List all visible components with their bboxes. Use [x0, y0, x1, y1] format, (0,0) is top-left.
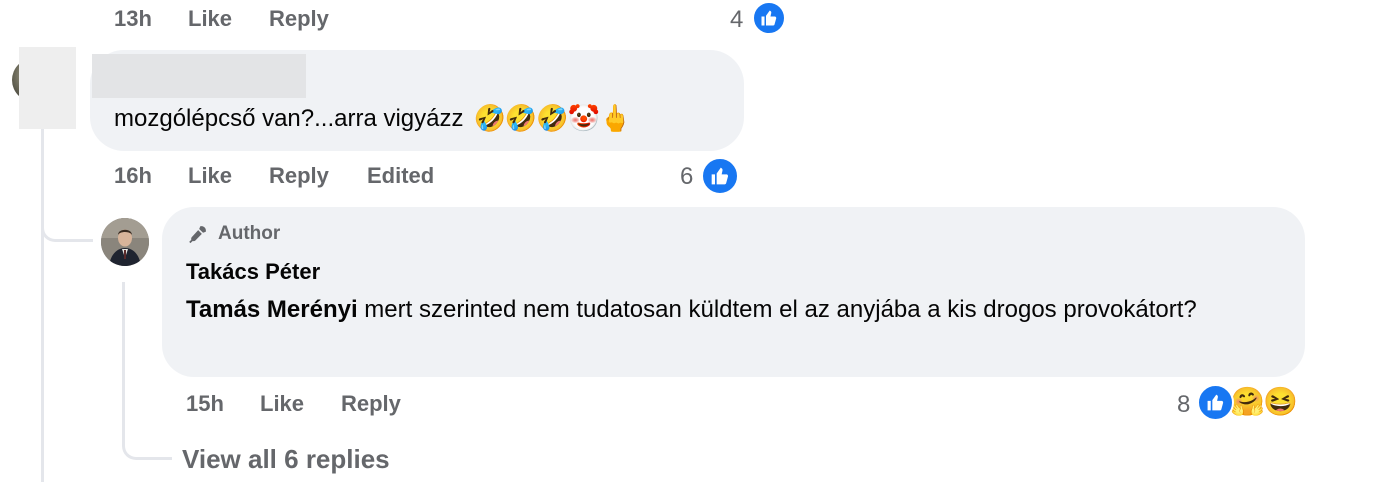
- microphone-icon: [189, 226, 206, 244]
- rolling-laughing-emoji: 🤣: [473, 103, 506, 133]
- author-avatar[interactable]: [101, 218, 149, 266]
- like-reaction-icon[interactable]: [752, 1, 786, 35]
- author-badge: Author: [186, 223, 280, 245]
- author-name[interactable]: Takács Péter: [186, 259, 320, 285]
- reaction-count[interactable]: 8: [1177, 391, 1190, 419]
- author-badge-label: Author: [218, 223, 281, 244]
- haha-icon[interactable]: 😆: [1263, 386, 1298, 418]
- avatar-redaction: [19, 47, 76, 129]
- view-all-replies-link[interactable]: View all 6 replies: [182, 444, 390, 475]
- rolling-laughing-emoji: 🤣: [504, 103, 537, 133]
- edited-label: Edited: [367, 163, 435, 188]
- comment-text: mozgólépcső van?...arra vigyázz 🤣🤣🤣🤡🖕: [114, 103, 631, 134]
- clown-emoji: 🤡: [567, 103, 600, 133]
- care-icon[interactable]: 🤗: [1230, 386, 1265, 418]
- reply-link[interactable]: Reply: [341, 391, 401, 417]
- profile-photo-icon: [101, 218, 149, 266]
- middle-finger-emoji: 🖕: [599, 103, 631, 133]
- thumbs-up-icon: [1207, 394, 1224, 411]
- reply-link[interactable]: Reply: [269, 6, 329, 32]
- comment-body: mozgólépcső van?...arra vigyázz: [114, 104, 464, 132]
- reply-body: mert szerinted nem tudatosan küldtem el …: [357, 296, 1197, 323]
- like-link[interactable]: Like: [188, 163, 232, 189]
- like-link[interactable]: Like: [260, 391, 304, 417]
- comment-timestamp: 16h: [114, 163, 152, 188]
- like-link[interactable]: Like: [188, 6, 232, 32]
- reply-link[interactable]: Reply: [269, 163, 329, 189]
- rolling-laughing-emoji: 🤣: [536, 103, 568, 133]
- reply-bubble: Author Takács Péter Tamás Merényi mert s…: [162, 207, 1305, 377]
- thumbs-up-icon: [761, 10, 777, 26]
- reply-text: Tamás Merényi mert szerinted nem tudatos…: [186, 292, 1276, 328]
- like-reaction-icon[interactable]: [701, 157, 739, 195]
- thread-line-main: [41, 128, 44, 482]
- like-reaction-icon[interactable]: [1197, 384, 1234, 421]
- thumbs-up-icon: [711, 167, 729, 185]
- thread-line-reply: [122, 282, 125, 432]
- reply-timestamp: 15h: [186, 391, 224, 416]
- thread-connector-reply: [41, 222, 93, 242]
- thread-connector-view-replies: [122, 430, 172, 460]
- reaction-count[interactable]: 4: [730, 6, 743, 34]
- reaction-count[interactable]: 6: [680, 163, 693, 191]
- author-name-redacted: [92, 54, 306, 98]
- mention-link[interactable]: Tamás Merényi: [186, 296, 358, 323]
- comment-timestamp: 13h: [114, 6, 152, 31]
- comment-bubble: mozgólépcső van?...arra vigyázz 🤣🤣🤣🤡🖕: [90, 50, 744, 151]
